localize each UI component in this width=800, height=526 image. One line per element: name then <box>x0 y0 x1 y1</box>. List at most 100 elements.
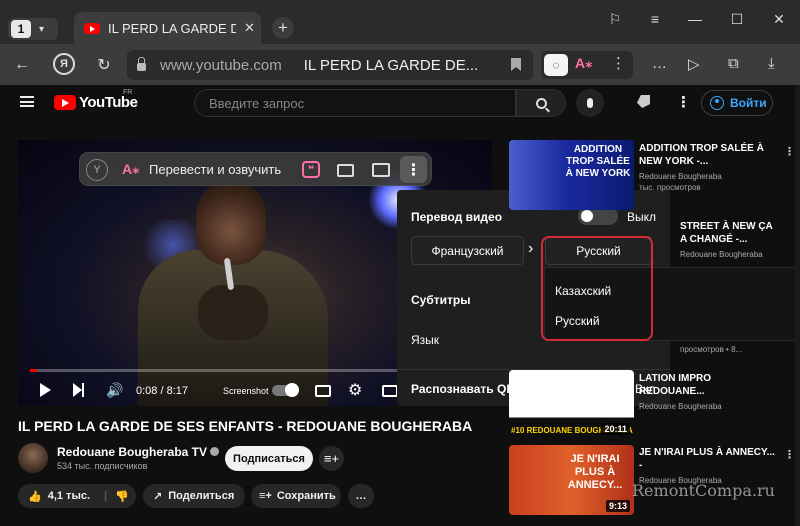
performer-arm <box>198 285 268 340</box>
youtube-play-logo-icon <box>54 95 76 110</box>
quote-icon[interactable]: ❝ <box>302 161 320 178</box>
search-button[interactable] <box>516 89 566 117</box>
chat-bubble-icon[interactable]: ◌ <box>544 54 568 76</box>
recommendation-channel: Redouane Bougheraba <box>639 402 722 411</box>
recommendation-channel: Redouane Bougheraba <box>680 250 763 259</box>
ellipsis-icon[interactable]: ⋮ <box>611 54 626 72</box>
like-count[interactable]: 4,1 тыс. <box>48 490 90 502</box>
volume-icon[interactable]: 🔊 <box>106 382 123 399</box>
more-options-icon[interactable]: ⋮ <box>400 156 427 183</box>
address-bar-row: ← Я ↻ www.youtube.com IL PERD LA GARDE D… <box>0 44 800 85</box>
thumbnail-text: ADDITION TROP SALÉE À NEW YORK <box>565 144 631 179</box>
recommendation-thumbnail[interactable]: JE N'IRAI PLUS À ANNECY... 9:13 <box>509 445 634 515</box>
bookmarks-icon[interactable]: ⚐ <box>602 8 628 30</box>
recommendation-info[interactable]: STREET À NEW ÇA A CHANGÉ -... Redouane B… <box>680 220 780 260</box>
picture-in-picture-icon[interactable] <box>372 163 390 177</box>
recommendation-info[interactable]: JE N'IRAI PLUS À ANNECY... - Redouane Bo… <box>639 446 779 486</box>
yandex-icon[interactable]: Я <box>53 53 75 75</box>
hamburger-menu-icon[interactable] <box>20 96 34 107</box>
miniplayer-icon[interactable] <box>382 385 398 397</box>
browser-tab[interactable]: IL PERD LA GARDE DE SES ✕ <box>74 12 261 44</box>
more-icon[interactable]: … <box>652 55 667 72</box>
voice-search-button[interactable] <box>576 89 604 117</box>
back-icon[interactable]: ← <box>10 53 34 77</box>
subtitles-icon[interactable] <box>337 164 354 177</box>
lock-icon <box>137 57 146 71</box>
settings-more-icon[interactable]: ⋮ <box>676 93 691 111</box>
tab-close-icon[interactable]: ✕ <box>244 20 255 36</box>
downloads-icon[interactable]: ⤓ <box>768 55 775 72</box>
screenshot-toggle[interactable] <box>272 383 299 397</box>
browser-tab-bar: 1 ▾ IL PERD LA GARDE DE SES ✕ + ⚐ ≡ — ☐ … <box>0 0 800 44</box>
share-button[interactable]: ↗ Поделиться <box>143 484 245 508</box>
recommendation-more-icon[interactable]: ⋮ <box>784 145 795 158</box>
recommendation-info[interactable]: LATION IMPRO REDOUANE... Redouane Boughe… <box>639 372 779 412</box>
channel-name-text: Redouane Bougheraba TV <box>57 445 208 459</box>
subscribe-button[interactable]: Подписаться <box>225 446 313 471</box>
signin-button[interactable]: Войти <box>701 90 773 116</box>
recommendation-thumbnail[interactable]: #10 REDOUANE BOUGHERABA 20:11 <box>509 370 634 438</box>
country-code: FR <box>123 89 133 96</box>
user-icon <box>710 96 724 110</box>
recommendation-title: JE N'IRAI PLUS À ANNECY... - <box>639 447 775 471</box>
more-actions-icon[interactable]: … <box>348 484 374 508</box>
language-label: Язык <box>411 333 440 347</box>
channel-name[interactable]: Redouane Bougheraba TV <box>57 445 220 459</box>
recommendation-more-icon[interactable]: ⋮ <box>784 448 795 461</box>
thumbs-down-icon[interactable]: 👎 <box>115 490 129 503</box>
url-page-title: IL PERD LA GARDE DE... <box>303 56 479 74</box>
tab-count: 1 <box>11 20 31 38</box>
share-icon: ↗ <box>153 490 163 503</box>
url-field[interactable]: www.youtube.com IL PERD LA GARDE DE... <box>127 50 533 80</box>
extensions-group: ◌ A⁎ ⋮ <box>541 51 633 79</box>
play-icon[interactable] <box>40 383 51 397</box>
language-option[interactable]: Русский <box>555 314 600 328</box>
collections-icon[interactable]: ⧉ <box>728 55 739 72</box>
reload-icon[interactable]: ↻ <box>92 53 116 77</box>
url-domain: www.youtube.com <box>160 56 282 74</box>
save-icon: ≡+ <box>259 490 272 502</box>
screenshot-label: Screenshot <box>223 386 269 396</box>
media-play-icon[interactable]: ▷ <box>688 55 700 73</box>
avatar[interactable] <box>18 443 48 473</box>
recommendation-info[interactable]: ADDITION TROP SALÉE À NEW YORK -... Redo… <box>639 142 779 193</box>
watermark: RemontCompa.ru <box>632 481 775 500</box>
video-title: IL PERD LA GARDE DE SES ENFANTS - REDOUA… <box>18 418 473 434</box>
youtube-wordmark: YouTube <box>79 94 138 111</box>
duration-badge: 9:13 <box>605 500 630 512</box>
save-button[interactable]: ≡+ Сохранить <box>251 484 341 508</box>
translate-icon[interactable]: A⁎ <box>575 55 592 72</box>
search-icon <box>535 97 547 109</box>
thumbs-up-icon[interactable]: 👍 <box>28 490 42 503</box>
minimize-icon[interactable]: — <box>682 8 708 30</box>
search-input[interactable]: Введите запрос <box>194 89 516 117</box>
share-label: Поделиться <box>168 490 235 502</box>
tab-counter-button[interactable]: 1 ▾ <box>8 18 58 40</box>
thumbnail-text: JE N'IRAI PLUS À ANNECY... <box>567 453 623 491</box>
source-language-select[interactable]: Французский <box>411 236 524 265</box>
menu-icon[interactable]: ≡ <box>642 8 668 30</box>
youtube-logo[interactable]: YouTube FR <box>54 89 138 111</box>
recommendation-channel: Redouane Bougheraba <box>639 172 722 181</box>
new-tab-button[interactable]: + <box>272 17 294 39</box>
maximize-icon[interactable]: ☐ <box>724 8 750 30</box>
gear-icon[interactable]: ⚙ <box>348 380 362 400</box>
language-dropdown: Казахский Русский <box>544 267 800 341</box>
add-to-playlist-icon[interactable]: ≡+ <box>319 446 344 471</box>
translate-icon[interactable]: A⁎ <box>122 161 139 178</box>
language-option[interactable]: Казахский <box>555 284 611 298</box>
target-language-select[interactable]: Русский <box>545 236 652 265</box>
next-icon[interactable] <box>73 383 84 397</box>
duration-badge: 20:11 <box>601 423 630 435</box>
scrollbar[interactable] <box>795 85 800 526</box>
translate-toolbar: Y A⁎ Перевести и озвучить ❝ ⋮ <box>79 152 432 186</box>
bookmark-icon[interactable] <box>511 58 521 71</box>
subscriber-count: 534 тыс. подписчиков <box>57 461 148 471</box>
translate-voice-button[interactable]: Перевести и озвучить <box>149 162 281 177</box>
progress-fill <box>30 369 38 372</box>
yandex-icon[interactable]: Y <box>86 159 108 181</box>
tag-icon[interactable] <box>637 95 650 108</box>
recommendation-thumbnail[interactable]: ADDITION TROP SALÉE À NEW YORK <box>509 140 634 210</box>
close-window-icon[interactable]: ✕ <box>766 8 792 30</box>
subtitles-icon[interactable] <box>315 385 331 397</box>
